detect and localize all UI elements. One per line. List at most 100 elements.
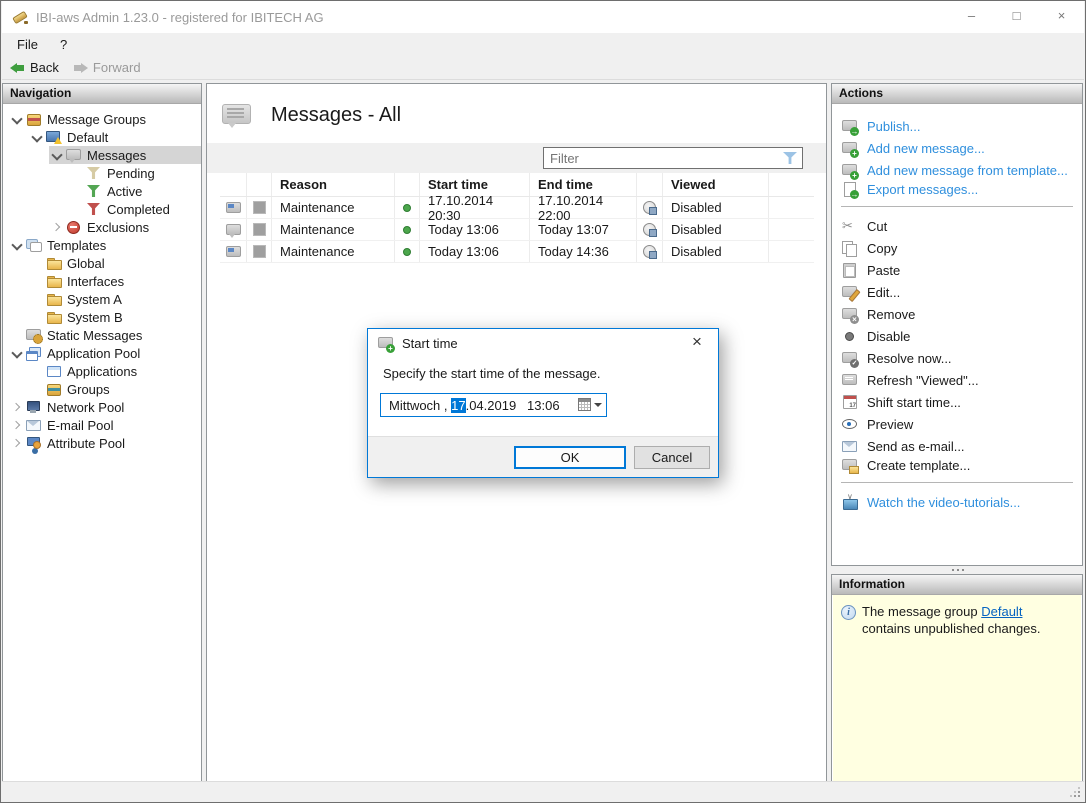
action-item[interactable]: Publish... xyxy=(841,115,1073,137)
tree-chevron-icon[interactable] xyxy=(49,219,65,235)
dialog-close-icon[interactable]: × xyxy=(676,329,718,357)
action-item[interactable]: Watch the video-tutorials... xyxy=(841,491,1073,513)
action-label: Add new message... xyxy=(867,141,985,156)
action-item[interactable]: Edit... xyxy=(841,281,1073,303)
action-item[interactable]: Send as e-mail... xyxy=(841,435,1073,457)
action-item[interactable]: Cut xyxy=(841,215,1073,237)
calendar-dropdown-button[interactable] xyxy=(578,398,602,411)
action-item[interactable]: Create template... xyxy=(841,457,1073,483)
tree-chevron-icon[interactable] xyxy=(29,363,45,379)
tree-item[interactable]: Pending xyxy=(69,164,201,182)
dialog-message: Specify the start time of the message. xyxy=(368,366,718,381)
tree-item-icon xyxy=(45,363,62,379)
column-viewed[interactable]: Viewed xyxy=(663,173,769,196)
tree-chevron-icon[interactable] xyxy=(29,273,45,289)
panel-splitter[interactable] xyxy=(831,566,1083,574)
tree-chevron-icon[interactable] xyxy=(9,237,25,253)
tree-chevron-icon[interactable] xyxy=(9,111,25,127)
tree-chevron-icon[interactable] xyxy=(29,255,45,271)
action-item[interactable]: Resolve now... xyxy=(841,347,1073,369)
tree-item[interactable]: System B xyxy=(29,308,201,326)
cancel-button[interactable]: Cancel xyxy=(634,446,710,469)
tree-item[interactable]: Network Pool xyxy=(9,398,201,416)
viewed-clock-icon xyxy=(641,244,658,260)
menu-help[interactable]: ? xyxy=(60,37,67,52)
tree-chevron-icon[interactable] xyxy=(9,399,25,415)
tree-item[interactable]: Templates xyxy=(9,236,201,254)
tree-item[interactable]: System A xyxy=(29,290,201,308)
action-icon xyxy=(841,372,858,388)
default-group-link[interactable]: Default xyxy=(981,604,1022,619)
maximize-button[interactable]: □ xyxy=(994,1,1039,33)
tree-chevron-icon[interactable] xyxy=(9,345,25,361)
dialog-title-bar[interactable]: Start time xyxy=(368,329,718,357)
tree-item[interactable]: Messages xyxy=(49,146,201,164)
tree-item-label: Network Pool xyxy=(47,400,124,415)
table-row[interactable]: Maintenance 17.10.2014 20:30 17.10.2014 … xyxy=(220,197,814,219)
cell-reason: Maintenance xyxy=(272,241,395,262)
table-row[interactable]: Maintenance Today 13:06 Today 14:36 Disa… xyxy=(220,241,814,263)
column-reason[interactable]: Reason xyxy=(272,173,395,196)
close-button[interactable]: × xyxy=(1039,1,1084,33)
action-label: Export messages... xyxy=(867,182,978,197)
tree-item-icon xyxy=(25,111,42,127)
navigation-header: Navigation xyxy=(3,84,201,104)
tree-item[interactable]: Interfaces xyxy=(29,272,201,290)
tree-chevron-icon[interactable] xyxy=(29,129,45,145)
tree-chevron-icon[interactable] xyxy=(9,327,25,343)
action-item[interactable]: Add new message... xyxy=(841,137,1073,159)
filter-input[interactable] xyxy=(544,151,783,166)
tree-item-icon xyxy=(45,255,62,271)
tree-item[interactable]: Static Messages xyxy=(9,326,201,344)
action-item[interactable]: Disable xyxy=(841,325,1073,347)
tree-item[interactable]: Application Pool xyxy=(9,344,201,362)
filter-field[interactable] xyxy=(543,147,803,169)
back-button[interactable]: Back xyxy=(10,60,59,75)
minimize-button[interactable]: – xyxy=(949,1,994,33)
dialog-message-icon xyxy=(377,335,394,351)
cell-viewed: Disabled xyxy=(663,241,769,262)
tree-chevron-icon[interactable] xyxy=(49,147,65,163)
action-icon xyxy=(841,140,858,156)
tree-chevron-icon[interactable] xyxy=(29,381,45,397)
start-time-datetime-field[interactable]: Mittwoch , 17.04.2019 13:06 xyxy=(380,393,607,417)
tree-item[interactable]: Message Groups xyxy=(9,110,201,128)
tree-chevron-icon[interactable] xyxy=(9,417,25,433)
tree-chevron-icon[interactable] xyxy=(9,435,25,451)
tree-item[interactable]: E-mail Pool xyxy=(9,416,201,434)
action-label: Resolve now... xyxy=(867,351,952,366)
resize-grip[interactable] xyxy=(1078,795,1080,797)
tree-item[interactable]: Global xyxy=(29,254,201,272)
tree-chevron-icon[interactable] xyxy=(29,309,45,325)
tree-item[interactable]: Exclusions xyxy=(49,218,201,236)
tree-item[interactable]: Active xyxy=(69,182,201,200)
action-item[interactable]: Export messages... xyxy=(841,181,1073,207)
tree-chevron-icon[interactable] xyxy=(29,291,45,307)
tree-item[interactable]: Completed xyxy=(69,200,201,218)
tree-item[interactable]: Default xyxy=(29,128,201,146)
action-label: Edit... xyxy=(867,285,900,300)
tree-chevron-icon[interactable] xyxy=(69,201,85,217)
tree-item[interactable]: Attribute Pool xyxy=(9,434,201,452)
ok-button[interactable]: OK xyxy=(514,446,626,469)
action-item[interactable]: Refresh "Viewed"... xyxy=(841,369,1073,391)
tree-item[interactable]: Groups xyxy=(29,380,201,398)
action-item[interactable]: Copy xyxy=(841,237,1073,259)
action-item[interactable]: Add new message from template... xyxy=(841,159,1073,181)
tree-item-icon xyxy=(45,381,62,397)
window-title: IBI-aws Admin 1.23.0 - registered for IB… xyxy=(36,10,324,25)
action-item[interactable]: Remove xyxy=(841,303,1073,325)
tree-item-label: Exclusions xyxy=(87,220,149,235)
action-item[interactable]: Shift start time... xyxy=(841,391,1073,413)
action-item[interactable]: Paste xyxy=(841,259,1073,281)
tree-chevron-icon[interactable] xyxy=(69,183,85,199)
tree-item-icon xyxy=(65,147,82,163)
tree-item[interactable]: Applications xyxy=(29,362,201,380)
menu-file[interactable]: File xyxy=(17,37,38,52)
filter-funnel-icon[interactable] xyxy=(783,152,797,164)
message-type-icon xyxy=(225,222,242,238)
table-row[interactable]: Maintenance Today 13:06 Today 13:07 Disa… xyxy=(220,219,814,241)
action-item[interactable]: Preview xyxy=(841,413,1073,435)
tree-chevron-icon[interactable] xyxy=(69,165,85,181)
forward-button[interactable]: Forward xyxy=(73,60,141,75)
